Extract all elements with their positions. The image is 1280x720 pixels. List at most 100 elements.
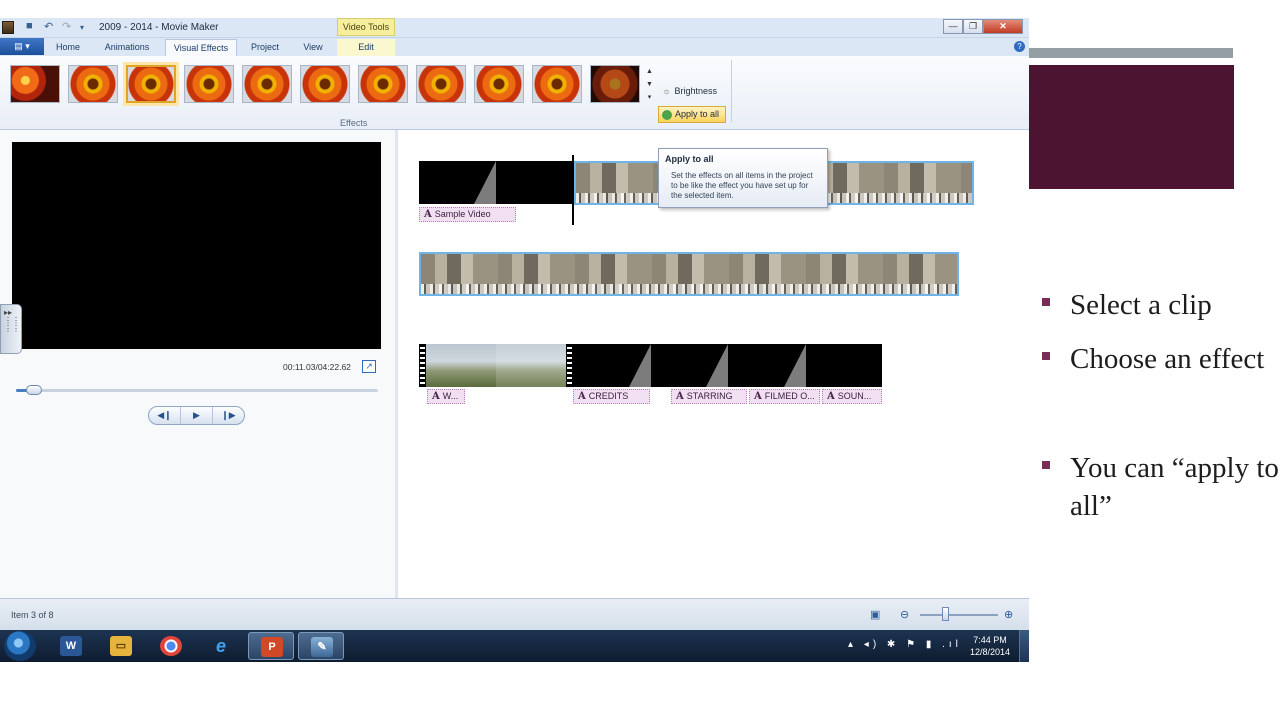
gallery-down-icon[interactable]: ▼ [645,78,654,91]
show-desktop-button[interactable] [1019,630,1029,662]
redo-icon[interactable]: ↷ [62,20,71,33]
ribbon-tabs: ▤ ▾ Home Animations Visual Effects Proje… [0,38,1029,56]
video-tools-label: Video Tools [337,18,395,36]
caption-filmed-on[interactable]: A FILMED O... [749,389,820,404]
effect-thumbnail[interactable] [416,65,466,103]
zoom-slider[interactable] [920,614,998,616]
timecode: 00:11.03/04:22.62 [283,362,351,372]
decorative-bar [1029,48,1233,58]
taskbar: W ▭ e P ✎ ▴ ◂) ✱ ⚑ ▮ .ıl 7:44 PM 12/8/20… [0,630,1029,662]
play-icon[interactable]: ▶ [181,407,213,424]
bullet-item: Choose an effect [1040,340,1280,378]
close-button[interactable]: ✕ [983,19,1023,34]
effect-thumbnail[interactable] [474,65,524,103]
brightness-button[interactable]: ☼ Brightness [661,86,717,96]
fullscreen-icon[interactable]: ↗ [362,360,376,373]
zoom-handle[interactable] [942,607,949,621]
film-edge [566,344,573,387]
video-preview[interactable] [12,142,381,349]
bullet-marker [1042,352,1050,360]
file-menu-button[interactable]: ▤ ▾ [0,38,44,55]
title-clip[interactable] [806,344,882,387]
title-clip[interactable] [419,161,496,204]
effect-thumbnail[interactable] [68,65,118,103]
zoom-out-icon[interactable]: ⊖ [900,608,909,621]
caption-sample-video[interactable]: A Sample Video [419,207,516,222]
effects-group-label: Effects [340,118,368,128]
quick-access-dropdown-icon[interactable]: ▾ [80,23,84,32]
explorer-icon: ▭ [110,636,132,656]
video-clip[interactable] [496,344,566,387]
pane-collapse-handle[interactable]: ▸▸ ⋮⋮ ⋮⋮ [0,304,22,354]
caption-credits[interactable]: A CREDITS [573,389,650,404]
minimize-button[interactable]: — [943,19,963,34]
ribbon: ▲ ▼ ▾ ☼ Brightness Apply to all Effects [0,56,1029,130]
seek-handle[interactable] [26,385,42,395]
effect-thumbnail-selected[interactable] [126,65,176,103]
selection-outline [419,252,959,296]
app-icon[interactable] [2,21,14,34]
taskbar-word[interactable]: W [48,632,94,660]
effect-thumbnail[interactable] [358,65,408,103]
caption-w[interactable]: A W... [427,389,465,404]
start-button[interactable] [4,631,36,661]
bullet-text: You can “apply to all” [1070,452,1279,522]
save-icon[interactable]: ■ [26,20,33,32]
zoom-in-icon[interactable]: ⊕ [1004,608,1013,621]
tab-home[interactable]: Home [48,39,88,56]
effect-thumbnail[interactable] [590,65,640,103]
gallery-more-icon[interactable]: ▾ [645,91,654,104]
window-title: 2009 - 2014 - Movie Maker [99,22,219,33]
help-icon[interactable]: ? [1014,41,1025,52]
taskbar-chrome[interactable] [148,632,194,660]
tab-visual-effects[interactable]: Visual Effects [165,39,237,56]
gallery-up-icon[interactable]: ▲ [645,65,654,78]
previous-frame-icon[interactable]: ◀❙ [149,407,181,424]
title-clip[interactable] [651,344,728,387]
status-bar: Item 3 of 8 ▣ ⊖ ⊕ [0,598,1029,630]
system-tray[interactable]: ▴ ◂) ✱ ⚑ ▮ .ıl [848,639,962,650]
zoom-control: ▣ ⊖ ⊕ [868,607,1020,623]
caption-starring[interactable]: A STARRING [671,389,747,404]
maximize-button[interactable]: ❐ [963,19,983,34]
clock-date: 12/8/2014 [969,647,1011,657]
tab-animations[interactable]: Animations [94,39,160,56]
taskbar-movie-maker[interactable]: ✎ [298,632,344,660]
brightness-label: Brightness [674,86,718,96]
taskbar-explorer[interactable]: ▭ [98,632,144,660]
undo-icon[interactable]: ↶ [44,20,53,33]
title-clip[interactable] [496,161,572,204]
tooltip-title: Apply to all [665,154,714,164]
tab-project[interactable]: Project [242,39,288,56]
video-clip[interactable] [426,344,496,387]
caption-sound[interactable]: A SOUN... [822,389,882,404]
movie-maker-window: ■ ↶ ↷ ▾ 2009 - 2014 - Movie Maker Video … [0,18,1029,662]
effect-thumbnail[interactable] [300,65,350,103]
title-clip[interactable] [573,344,651,387]
gallery-scroll[interactable]: ▲ ▼ ▾ [645,65,654,107]
bullet-marker [1042,461,1050,469]
clock[interactable]: 7:44 PM 12/8/2014 [964,634,1016,658]
taskbar-powerpoint[interactable]: P [248,632,294,660]
apply-to-all-button[interactable]: Apply to all [658,106,726,123]
effect-thumbnail[interactable] [242,65,292,103]
next-frame-icon[interactable]: ❙▶ [213,407,244,424]
tab-view[interactable]: View [293,39,333,56]
brightness-icon: ☼ [662,86,671,96]
bullet-list: Select a clip Choose an effect You can “… [1040,286,1280,525]
window-controls: — ❐ ✕ [943,19,1023,34]
tab-edit[interactable]: Edit [337,39,395,56]
title-clip[interactable] [728,344,806,387]
taskbar-ie[interactable]: e [198,632,244,660]
bullet-text: Select a clip [1070,289,1212,321]
effect-thumbnail[interactable] [532,65,582,103]
seek-bar[interactable] [16,389,378,392]
thumbnail-size-icon[interactable]: ▣ [870,608,880,621]
playback-controls: ◀❙ ▶ ❙▶ [148,406,245,425]
bullet-marker [1042,298,1050,306]
slide: ■ ↶ ↷ ▾ 2009 - 2014 - Movie Maker Video … [0,0,1280,720]
film-edge [419,344,426,387]
bullet-item: You can “apply to all” [1040,449,1280,525]
effect-thumbnail[interactable] [10,65,60,103]
effect-thumbnail[interactable] [184,65,234,103]
